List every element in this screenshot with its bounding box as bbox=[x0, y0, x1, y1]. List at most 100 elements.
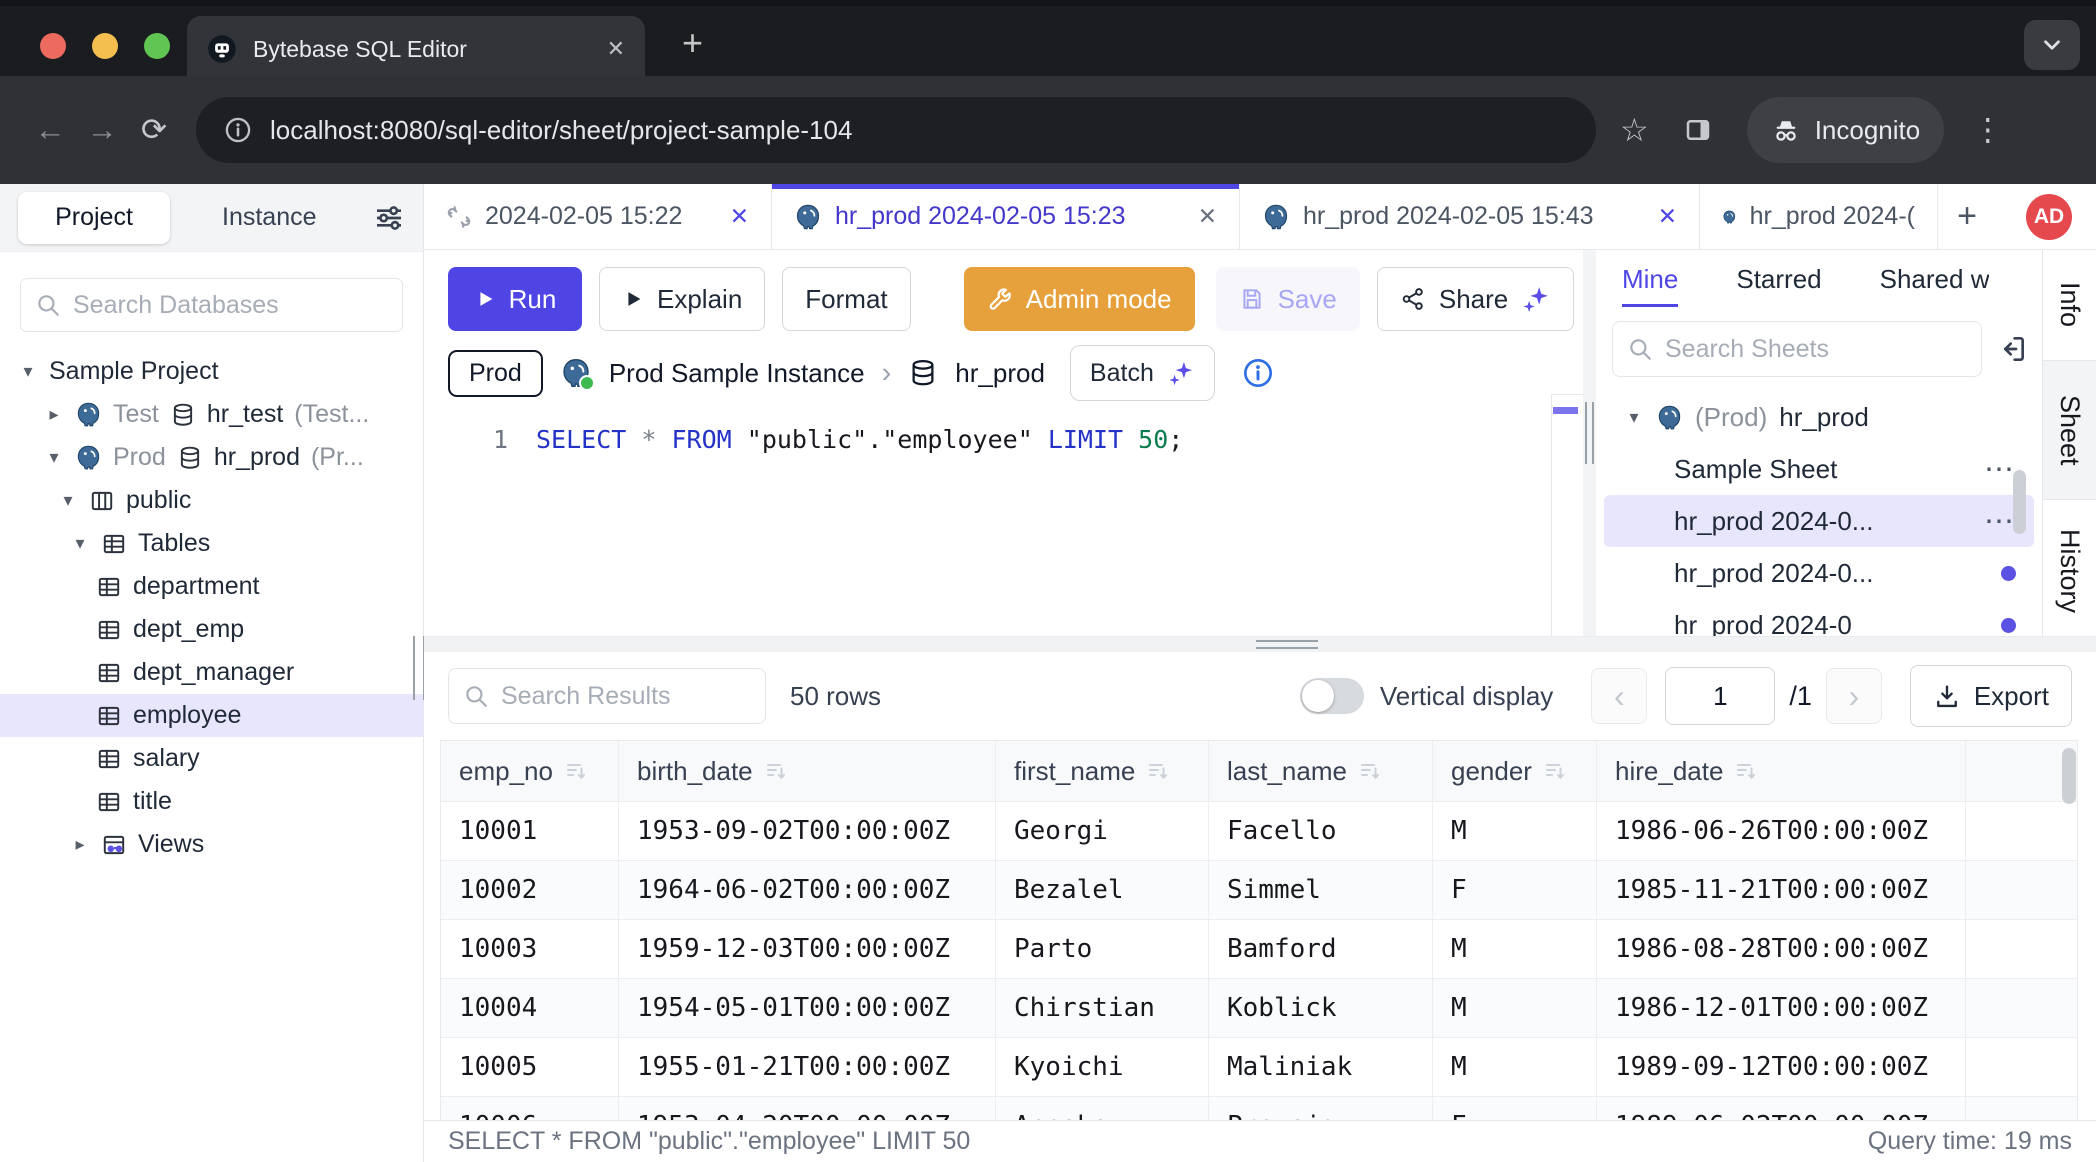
tab-mine[interactable]: Mine bbox=[1622, 264, 1678, 307]
tree-item-hr-test[interactable]: ▸ Test hr_test (Test... bbox=[0, 393, 423, 436]
vertical-splitter[interactable] bbox=[1583, 250, 1596, 636]
filter-settings-icon[interactable] bbox=[373, 202, 405, 234]
next-page-button[interactable]: › bbox=[1826, 668, 1882, 724]
rail-tab-info[interactable]: Info bbox=[2043, 250, 2096, 360]
sheet-tab-2-active[interactable]: hr_prod 2024-02-05 15:23 ✕ bbox=[772, 184, 1240, 249]
sheet-item-unsaved-1[interactable]: hr_prod 2024-0... bbox=[1596, 547, 2042, 599]
vertical-display-toggle[interactable] bbox=[1300, 678, 1364, 714]
new-sheet-button[interactable]: + bbox=[1938, 184, 1996, 249]
sort-icon[interactable] bbox=[564, 759, 588, 783]
sort-icon[interactable] bbox=[1146, 759, 1170, 783]
browser-menu-button[interactable]: ⋮ bbox=[1972, 112, 2003, 148]
explain-button[interactable]: Explain bbox=[599, 267, 765, 331]
save-button[interactable]: Save bbox=[1216, 267, 1360, 331]
admin-mode-button[interactable]: Admin mode bbox=[964, 267, 1195, 331]
caret-down-icon[interactable]: ▾ bbox=[44, 447, 64, 468]
search-sheets-input[interactable] bbox=[1665, 335, 1967, 364]
editor-minimap[interactable] bbox=[1551, 394, 1583, 636]
maximize-window-button[interactable] bbox=[144, 33, 170, 59]
back-button[interactable]: ← bbox=[24, 112, 76, 148]
sql-code-editor[interactable]: 1 SELECT * FROM "public"."employee" LIMI… bbox=[424, 420, 1583, 460]
column-header-first-name[interactable]: first_name bbox=[996, 741, 1209, 801]
vertical-splitter-handle[interactable] bbox=[1585, 402, 1594, 464]
table-row[interactable]: 100051955-01-21T00:00:00ZKyoichiMaliniak… bbox=[441, 1038, 2077, 1097]
column-header-emp-no[interactable]: emp_no bbox=[441, 741, 619, 801]
caret-down-icon[interactable]: ▾ bbox=[18, 361, 38, 382]
prev-page-button[interactable]: ‹ bbox=[1591, 668, 1647, 724]
tab-starred[interactable]: Starred bbox=[1736, 264, 1821, 307]
tree-item-views-group[interactable]: ▸ Views bbox=[0, 823, 423, 866]
forward-button[interactable]: → bbox=[76, 112, 128, 148]
caret-right-icon[interactable]: ▸ bbox=[70, 834, 90, 855]
sheet-item-sample-sheet[interactable]: Sample Sheet ⋯ bbox=[1596, 443, 2042, 495]
close-sheet-icon[interactable]: ✕ bbox=[730, 203, 749, 230]
ai-sparkles-icon[interactable] bbox=[1521, 284, 1551, 314]
table-row[interactable]: 100021964-06-02T00:00:00ZBezalelSimmelF1… bbox=[441, 861, 2077, 920]
user-avatar[interactable]: AD bbox=[2026, 194, 2072, 240]
tree-item-schema-public[interactable]: ▾ public bbox=[0, 479, 423, 522]
tab-instance[interactable]: Instance bbox=[222, 203, 317, 232]
tab-project[interactable]: Project bbox=[18, 192, 170, 244]
bookmark-star-icon[interactable]: ☆ bbox=[1620, 111, 1649, 149]
more-menu-icon[interactable]: ⋯ bbox=[1984, 452, 2016, 487]
minimize-window-button[interactable] bbox=[92, 33, 118, 59]
url-text[interactable]: localhost:8080/sql-editor/sheet/project-… bbox=[270, 115, 852, 146]
close-sheet-icon[interactable]: ✕ bbox=[1658, 203, 1677, 230]
tree-item-hr-prod[interactable]: ▾ Prod hr_prod (Pr... bbox=[0, 436, 423, 479]
info-icon[interactable] bbox=[1242, 357, 1274, 389]
table-row[interactable]: 100041954-05-01T00:00:00ZChirstianKoblic… bbox=[441, 979, 2077, 1038]
table-row-clipped[interactable]: 100061953-04-20T00:00:00ZAnnekePreusigF1… bbox=[441, 1097, 2077, 1120]
sheet-search-box[interactable] bbox=[1612, 321, 1982, 377]
column-header-birth-date[interactable]: birth_date bbox=[619, 741, 996, 801]
tree-item-tables-group[interactable]: ▾ Tables bbox=[0, 522, 423, 565]
caret-down-icon[interactable]: ▾ bbox=[70, 533, 90, 554]
close-sheet-icon[interactable]: ✕ bbox=[1198, 203, 1217, 230]
page-number-input[interactable] bbox=[1665, 667, 1775, 725]
close-tab-icon[interactable]: ✕ bbox=[607, 36, 625, 62]
tree-item-table-dept-emp[interactable]: dept_emp bbox=[0, 608, 423, 651]
sheet-tab-1[interactable]: 2024-02-05 15:22 ✕ bbox=[424, 184, 772, 249]
tree-item-project[interactable]: ▾ Sample Project bbox=[0, 350, 423, 393]
sheet-tab-3[interactable]: hr_prod 2024-02-05 15:43 ✕ bbox=[1240, 184, 1700, 249]
run-button[interactable]: Run bbox=[448, 267, 582, 331]
close-window-button[interactable] bbox=[40, 33, 66, 59]
sort-icon[interactable] bbox=[1358, 759, 1382, 783]
sql-line[interactable]: SELECT * FROM "public"."employee" LIMIT … bbox=[508, 420, 1183, 460]
instance-name[interactable]: Prod Sample Instance bbox=[609, 358, 865, 389]
caret-down-icon[interactable]: ▾ bbox=[58, 490, 78, 511]
search-results-input[interactable] bbox=[501, 682, 751, 711]
tab-search-button[interactable] bbox=[2024, 20, 2080, 70]
tree-item-table-salary[interactable]: salary bbox=[0, 737, 423, 780]
site-info-icon[interactable] bbox=[224, 116, 252, 144]
table-row[interactable]: 100011953-09-02T00:00:00ZGeorgiFacelloM1… bbox=[441, 802, 2077, 861]
export-button[interactable]: Export bbox=[1910, 665, 2072, 727]
tree-item-table-department[interactable]: department bbox=[0, 565, 423, 608]
sort-icon[interactable] bbox=[1543, 759, 1567, 783]
sheet-tab-4[interactable]: hr_prod 2024-( bbox=[1700, 184, 1938, 249]
table-scrollbar[interactable] bbox=[2062, 748, 2076, 804]
horizontal-splitter[interactable] bbox=[424, 636, 2096, 652]
side-panel-icon[interactable] bbox=[1683, 115, 1713, 145]
sheet-list-scrollbar[interactable] bbox=[2013, 470, 2026, 534]
share-button[interactable]: Share bbox=[1377, 267, 1574, 331]
sort-icon[interactable] bbox=[764, 759, 788, 783]
new-tab-button[interactable]: + bbox=[682, 22, 703, 64]
browser-tab[interactable]: Bytebase SQL Editor ✕ bbox=[187, 16, 645, 82]
sheet-item-current[interactable]: hr_prod 2024-0... ⋯ bbox=[1604, 495, 2034, 547]
collapse-panel-icon[interactable] bbox=[1996, 333, 2028, 365]
reload-button[interactable]: ⟳ bbox=[128, 112, 180, 148]
rail-tab-history[interactable]: History bbox=[2043, 500, 2096, 643]
batch-button[interactable]: Batch bbox=[1070, 345, 1215, 401]
format-button[interactable]: Format bbox=[782, 267, 910, 331]
database-name[interactable]: hr_prod bbox=[955, 358, 1045, 389]
caret-right-icon[interactable]: ▸ bbox=[44, 404, 64, 425]
column-header-gender[interactable]: gender bbox=[1433, 741, 1597, 801]
table-row[interactable]: 100031959-12-03T00:00:00ZPartoBamfordM19… bbox=[441, 920, 2077, 979]
horizontal-splitter-handle[interactable] bbox=[1256, 640, 1318, 649]
column-header-hire-date[interactable]: hire_date bbox=[1597, 741, 1966, 801]
tree-item-table-employee[interactable]: employee bbox=[0, 694, 423, 737]
tree-item-table-title[interactable]: title bbox=[0, 780, 423, 823]
tab-shared-with-me[interactable]: Shared w bbox=[1880, 264, 1990, 307]
sheet-group-hr-prod[interactable]: ▾ (Prod) hr_prod bbox=[1596, 391, 2042, 443]
rail-tab-sheet[interactable]: Sheet bbox=[2043, 360, 2096, 500]
